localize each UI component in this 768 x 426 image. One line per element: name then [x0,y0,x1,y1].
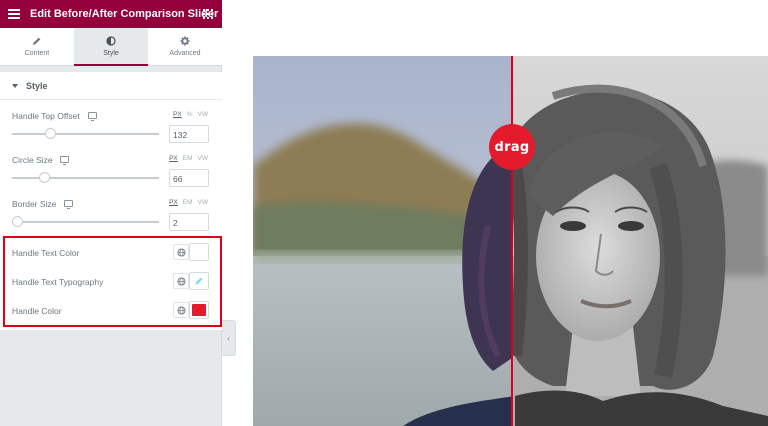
after-image [512,56,768,426]
slider-handle[interactable] [45,128,57,139]
circle-size-label: Circle Size [12,155,53,165]
gear-icon [180,36,190,46]
monitor-icon[interactable] [64,200,73,209]
unit-em[interactable]: EM [183,199,193,206]
unit-em[interactable]: EM [183,155,193,162]
panel-tabs: Content Style Advanced [0,28,222,66]
caret-down-icon [12,84,18,88]
unit-vw[interactable]: VW [198,155,208,162]
comparison-divider[interactable] [511,56,513,426]
tab-content[interactable]: Content [0,28,74,65]
drag-handle-button[interactable]: drag [489,124,535,170]
monitor-icon[interactable] [88,112,97,121]
slider-track[interactable] [12,128,159,139]
slider-handle[interactable] [12,216,23,227]
unit-percent[interactable]: % [187,111,193,118]
after-image-art [512,56,768,426]
unit-switcher[interactable]: PX EM VW [169,199,208,206]
monitor-icon[interactable] [60,156,69,165]
circle-size-input[interactable]: 66 [169,169,209,187]
slider-track[interactable] [12,172,159,183]
border-size-input[interactable]: 2 [169,213,209,231]
slider-track[interactable] [12,216,159,227]
tab-style[interactable]: Style [74,28,148,66]
grid-icon[interactable] [203,9,213,19]
border-size-label: Border Size [12,199,57,209]
unit-vw[interactable]: VW [198,111,208,118]
comparison-preview[interactable]: drag [253,56,768,426]
half-circle-icon [106,36,116,46]
handle-top-offset-input[interactable]: 132 [169,125,209,143]
unit-px[interactable]: PX [173,111,182,118]
hamburger-icon[interactable] [8,9,20,19]
editor-root: Edit Before/After Comparison Slider Cont… [0,0,768,426]
unit-vw[interactable]: VW [198,199,208,206]
style-section-header[interactable]: Style [0,72,222,100]
tab-style-label: Style [103,50,119,57]
pencil-icon [33,37,41,45]
tab-content-label: Content [24,50,50,57]
highlight-box [3,236,222,327]
tab-advanced[interactable]: Advanced [148,28,222,65]
unit-px[interactable]: PX [169,155,178,162]
tab-advanced-label: Advanced [169,50,201,57]
panel-header: Edit Before/After Comparison Slider [0,0,222,28]
slider-handle[interactable] [39,172,51,183]
panel-title: Edit Before/After Comparison Slider [30,8,219,20]
collapse-panel-button[interactable]: ‹ [222,320,236,356]
handle-top-offset-label: Handle Top Offset [12,111,80,121]
section-title: Style [26,81,48,91]
editor-panel: Edit Before/After Comparison Slider Cont… [0,0,222,426]
unit-px[interactable]: PX [169,199,178,206]
chevron-left-icon: ‹ [227,333,230,343]
unit-switcher[interactable]: PX % VW [173,111,208,118]
unit-switcher[interactable]: PX EM VW [169,155,208,162]
